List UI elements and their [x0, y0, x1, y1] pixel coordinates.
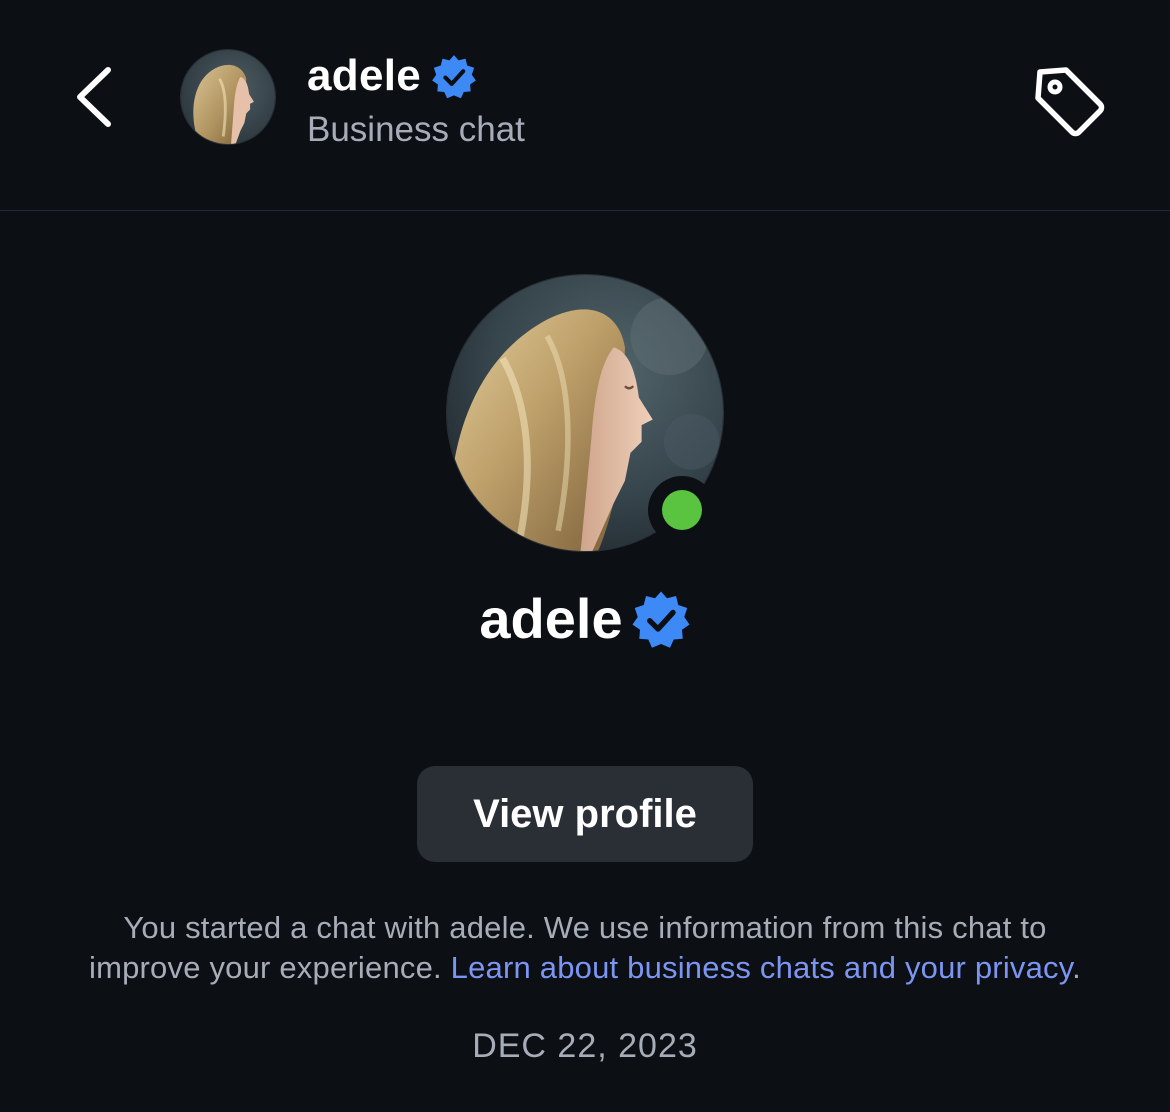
verified-badge-icon — [432, 55, 476, 99]
notice-period: . — [1072, 950, 1081, 985]
header-subtitle: Business chat — [307, 110, 525, 149]
profile-name-row: adele — [0, 584, 1170, 654]
privacy-link[interactable]: Learn about business chats and your priv… — [451, 950, 1073, 985]
business-chat-notice: You started a chat with adele. We use in… — [0, 908, 1170, 988]
avatar-photo — [181, 50, 275, 144]
chat-header: adele Business chat — [0, 0, 1170, 210]
header-divider — [0, 210, 1170, 211]
profile-name: adele — [479, 587, 623, 650]
verified-badge-icon — [632, 591, 690, 648]
date-separator: DEC 22, 2023 — [472, 1027, 698, 1065]
tag-button[interactable] — [1026, 58, 1110, 142]
back-button[interactable] — [66, 62, 126, 132]
notice-line-2: improve your experience. Learn about bus… — [0, 948, 1170, 988]
header-title-row: adele — [307, 46, 477, 106]
tag-icon — [1035, 67, 1105, 137]
view-profile-button[interactable]: View profile — [417, 766, 753, 862]
online-status-indicator — [648, 476, 716, 544]
online-status-dot — [662, 490, 702, 530]
chevron-left-icon — [77, 67, 111, 127]
header-name: adele — [307, 51, 422, 100]
profile-avatar-container — [446, 274, 724, 552]
notice-line-2-text: improve your experience. — [88, 950, 451, 985]
header-avatar[interactable] — [180, 49, 276, 145]
notice-line-1: You started a chat with adele. We use in… — [123, 910, 1047, 945]
